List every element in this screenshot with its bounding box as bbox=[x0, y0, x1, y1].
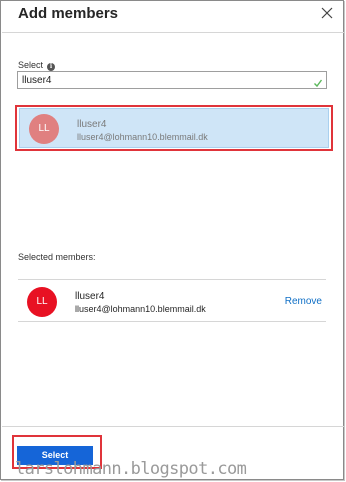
remove-link[interactable]: Remove bbox=[285, 296, 322, 307]
member-name: lluser4 bbox=[75, 291, 105, 302]
header-divider bbox=[2, 32, 344, 33]
search-input[interactable] bbox=[22, 73, 302, 87]
selected-member-item: LL lluser4 lluser4@lohmann10.blemmail.dk… bbox=[18, 280, 326, 321]
panel-title: Add members bbox=[18, 5, 119, 22]
avatar: LL bbox=[29, 114, 59, 144]
selected-list-bottom-divider bbox=[18, 321, 326, 322]
panel-header: Add members bbox=[1, 1, 343, 31]
selected-members-label: Selected members: bbox=[18, 252, 96, 262]
footer-divider bbox=[2, 426, 344, 427]
watermark: larslohmann.blogspot.com bbox=[15, 459, 247, 479]
check-icon bbox=[313, 75, 323, 88]
avatar: LL bbox=[27, 287, 57, 317]
close-icon[interactable] bbox=[319, 5, 335, 21]
result-name: lluser4 bbox=[77, 119, 107, 130]
result-email: lluser4@lohmann10.blemmail.dk bbox=[77, 132, 208, 142]
member-email: lluser4@lohmann10.blemmail.dk bbox=[75, 304, 206, 314]
search-result-item[interactable]: LL lluser4 lluser4@lohmann10.blemmail.dk bbox=[19, 108, 329, 148]
info-icon[interactable]: i bbox=[47, 63, 56, 71]
search-box[interactable] bbox=[17, 71, 327, 89]
add-members-panel: Add members Selecti LL lluser4 lluser4@l… bbox=[0, 0, 344, 480]
select-label-text: Select bbox=[18, 60, 44, 70]
select-field-label: Select i bbox=[18, 60, 56, 71]
